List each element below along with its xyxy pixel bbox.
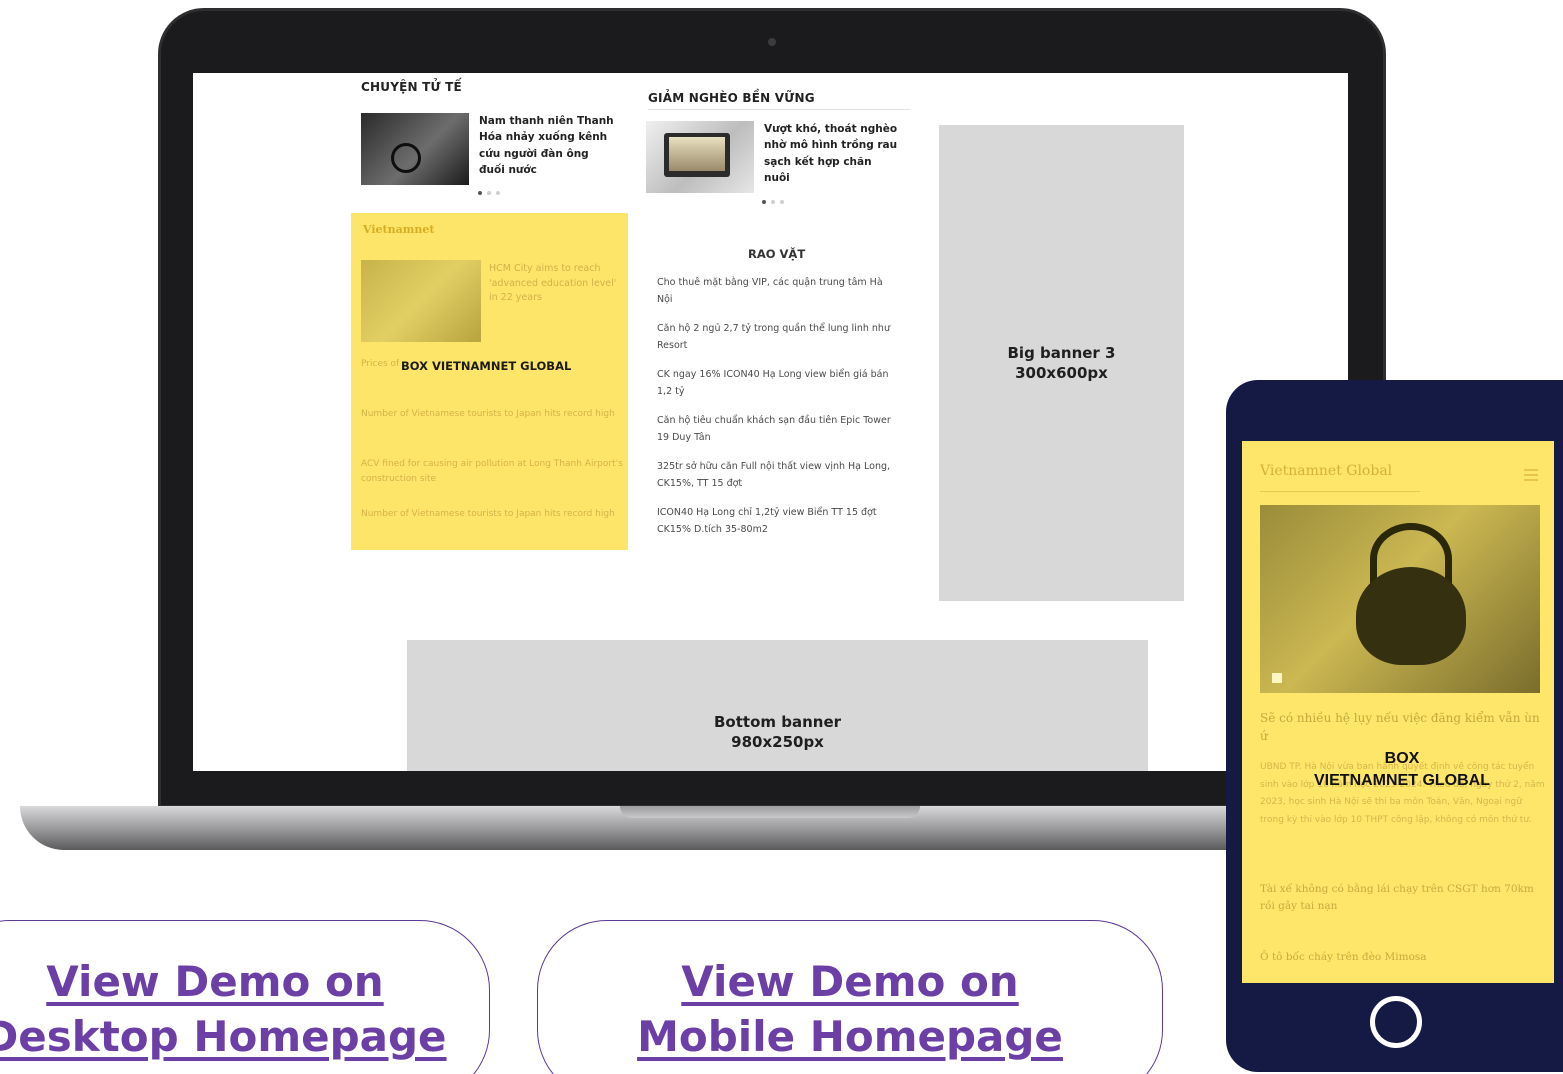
box-label: BOX VIETNAMNET GLOBAL xyxy=(1314,750,1490,789)
mobile-list-item[interactable]: Tài xế không có bằng lái chạy trên CSGT … xyxy=(1260,881,1546,915)
news-card-chuyen-tu-te[interactable]: Nam thanh niên Thanh Hóa nhảy xuống kênh… xyxy=(361,113,615,185)
news-thumbnail[interactable] xyxy=(646,121,754,193)
carousel-dots xyxy=(762,200,784,204)
section-title-chuyen-tu-te: CHUYỆN TỬ TẾ xyxy=(361,80,462,94)
mobile-screen: Vietnamnet Global Sẽ có nhiều hệ lụy nếu… xyxy=(1242,441,1554,983)
laptop-hinge xyxy=(620,806,920,818)
mobile-list-item[interactable]: Ô tô bốc cháy trên đèo Mimosa xyxy=(1260,949,1546,966)
classified-item[interactable]: CK ngay 16% ICON40 Hạ Long view biển giá… xyxy=(657,367,895,400)
carousel-dot[interactable] xyxy=(771,200,775,204)
carousel-dot[interactable] xyxy=(762,200,766,204)
news-card-giam-ngheo[interactable]: Vượt khó, thoát nghèo nhờ mô hình trồng … xyxy=(646,121,900,193)
desktop-screen: CHUYỆN TỬ TẾ Nam thanh niên Thanh Hóa nh… xyxy=(193,73,1348,771)
view-demo-mobile-button[interactable]: View Demo on Mobile Homepage xyxy=(537,920,1163,1074)
carousel-dot[interactable] xyxy=(780,200,784,204)
news-headline[interactable]: Nam thanh niên Thanh Hóa nhảy xuống kênh… xyxy=(479,113,615,185)
bottom-banner[interactable]: Bottom banner 980x250px xyxy=(407,640,1148,771)
cta-line: View Demo on xyxy=(681,957,1019,1007)
hero-image[interactable] xyxy=(1260,505,1540,693)
section-title-giam-ngheo: GIẢM NGHÈO BỀN VỮNG xyxy=(648,91,815,105)
teapot-icon xyxy=(1356,567,1466,665)
carousel-dot[interactable] xyxy=(496,191,500,195)
home-button-icon[interactable] xyxy=(1370,996,1422,1048)
classified-item[interactable]: Cho thuê mặt bằng VIP, các quận trung tâ… xyxy=(657,275,895,308)
big-banner-3[interactable]: Big banner 3 300x600px xyxy=(939,125,1184,601)
box-list-item[interactable]: ACV fined for causing air pollution at L… xyxy=(361,457,623,488)
carousel-dot[interactable] xyxy=(487,191,491,195)
camera-icon xyxy=(768,38,776,46)
banner-label: Big banner 3 300x600px xyxy=(1007,343,1116,382)
divider xyxy=(648,109,910,110)
cta-line: Desktop Homepage xyxy=(0,1012,447,1061)
news-headline[interactable]: Vượt khó, thoát nghèo nhờ mô hình trồng … xyxy=(764,121,900,193)
view-demo-desktop-button[interactable]: View Demo on Desktop Homepage xyxy=(0,920,490,1074)
carousel-dots xyxy=(478,191,500,195)
mobile-headline[interactable]: Sẽ có nhiều hệ lụy nếu việc đăng kiểm vẫ… xyxy=(1260,709,1544,745)
box-list-item[interactable]: Number of Vietnamese tourists to Japan h… xyxy=(361,507,623,522)
news-thumbnail[interactable] xyxy=(361,113,469,185)
box-list-item[interactable]: Number of Vietnamese tourists to Japan h… xyxy=(361,407,623,422)
carousel-dot[interactable] xyxy=(478,191,482,195)
classified-item[interactable]: ICON40 Hạ Long chỉ 1,2tỷ view Biển TT 15… xyxy=(657,505,895,538)
bicycle-icon xyxy=(391,143,421,173)
box-thumbnail[interactable] xyxy=(361,260,481,342)
banner-label: Bottom banner 980x250px xyxy=(713,713,842,752)
section-title-rao-vat: RAO VẶT xyxy=(748,247,806,261)
classified-item[interactable]: Căn hộ tiêu chuẩn khách sạn đầu tiên Epi… xyxy=(657,413,895,446)
classified-item[interactable]: Căn hộ 2 ngủ 2,7 tỷ trong quần thể lung … xyxy=(657,321,895,354)
vietnamnet-global-box[interactable]: Vietnamnet HCM City aims to reach 'advan… xyxy=(351,213,628,550)
box-label: BOX VIETNAMNET GLOBAL xyxy=(399,359,574,373)
box-headline[interactable]: HCM City aims to reach 'advanced educati… xyxy=(489,262,623,306)
vietnamnet-global-logo[interactable]: Vietnamnet Global xyxy=(1260,463,1392,479)
laptop-icon xyxy=(664,133,730,177)
hamburger-menu-icon[interactable] xyxy=(1524,469,1538,484)
cta-line: Mobile Homepage xyxy=(637,1012,1063,1061)
divider xyxy=(1260,491,1420,492)
cta-line: View Demo on xyxy=(46,957,384,1007)
classified-item[interactable]: 325tr sở hữu căn Full nội thất view vịnh… xyxy=(657,459,895,492)
vietnamnet-logo[interactable]: Vietnamnet xyxy=(363,223,434,236)
camera-badge-icon xyxy=(1272,673,1282,683)
